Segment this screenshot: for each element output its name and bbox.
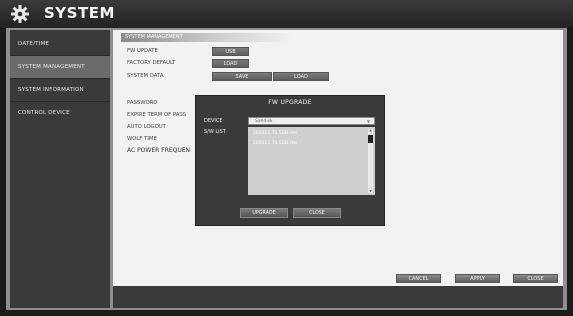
apply-button[interactable]: APPLY <box>455 274 500 283</box>
list-item[interactable]: 205011.71.SDB.rbe <box>253 131 297 136</box>
cancel-button[interactable]: CANCEL <box>396 274 441 283</box>
fw-update-label: FW UPDATE <box>127 48 158 54</box>
device-select[interactable]: Sandisk ▼ <box>248 117 375 125</box>
title-bar: SYSTEM <box>0 0 573 29</box>
device-label: DEVICE <box>204 118 223 124</box>
upgrade-button[interactable]: UPGRADE <box>240 208 288 218</box>
section-title: SYSTEM MANAGEMENT <box>125 34 183 40</box>
scroll-thumb[interactable] <box>368 135 373 143</box>
gear-icon <box>11 5 29 23</box>
scroll-up-icon[interactable]: ▲ <box>368 129 373 132</box>
close-button[interactable]: CLOSE <box>513 274 558 283</box>
expire-term-label: EXPIRE TERM OF PASS <box>127 112 187 118</box>
password-label: PASSWORD <box>127 100 158 106</box>
wolf-time-label: WOLF TIME <box>127 136 157 142</box>
sidebar-item-date-time[interactable]: DATE/TIME <box>10 33 110 55</box>
fw-upgrade-dialog: FW UPGRADE DEVICE Sandisk ▼ S/W LIST 205… <box>195 95 385 226</box>
factory-default-label: FACTORY DEFAULT <box>127 60 176 66</box>
section-header: SYSTEM MANAGEMENT <box>121 33 293 42</box>
auto-logout-label: AUTO LOGOUT <box>127 124 166 130</box>
chevron-down-icon: ▼ <box>366 119 370 124</box>
factory-default-load-button[interactable]: LOAD <box>212 59 249 68</box>
sw-list-label: S/W LIST <box>204 129 226 135</box>
scroll-down-icon[interactable]: ▼ <box>368 190 373 193</box>
bottom-bar <box>113 286 563 308</box>
sidebar-item-system-management[interactable]: SYSTEM MANAGEMENT <box>10 56 110 78</box>
device-value: Sandisk <box>255 119 273 124</box>
dialog-title: FW UPGRADE <box>268 99 312 106</box>
sidebar-item-system-information[interactable]: SYSTEM INFORMATION <box>10 79 110 101</box>
list-item[interactable]: 205011.74.SDB.rbe <box>253 141 297 146</box>
sidebar-item-control-device[interactable]: CONTROL DEVICE <box>10 102 110 124</box>
sidebar: DATE/TIME SYSTEM MANAGEMENT SYSTEM INFOR… <box>10 30 110 308</box>
sw-file-list[interactable]: 205011.71.SDB.rbe 205011.74.SDB.rbe ▲ ▼ <box>248 127 375 195</box>
ac-power-frequency-label: AC POWER FREQUEN <box>127 147 191 154</box>
page-title: SYSTEM <box>44 4 115 22</box>
usb-button[interactable]: USB <box>212 47 249 56</box>
system-data-load-button[interactable]: LOAD <box>273 72 329 81</box>
scrollbar[interactable]: ▲ ▼ <box>368 129 373 193</box>
dialog-close-button[interactable]: CLOSE <box>293 208 341 218</box>
system-data-save-button[interactable]: SAVE <box>212 72 272 81</box>
system-data-label: SYSTEM DATA <box>127 73 164 79</box>
